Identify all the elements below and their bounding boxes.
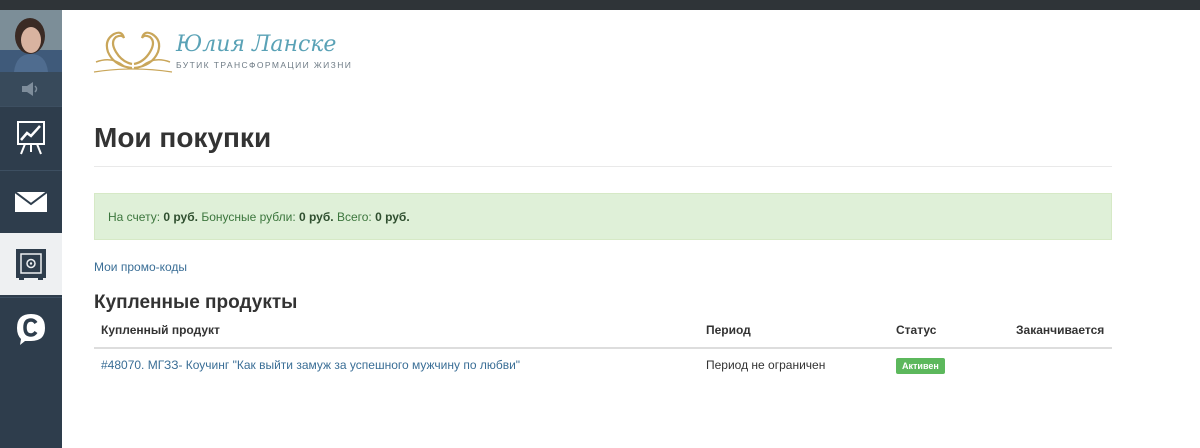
sidebar-item-chat[interactable] [0,297,62,359]
balance-alert: На счету: 0 руб. Бонусные рубли: 0 руб. … [94,193,1112,240]
table-header-divider [94,347,1112,349]
logo-title: Юлия Ланске [176,32,337,57]
column-header-product: Купленный продукт [101,323,220,337]
product-link[interactable]: #48070. МГЗЗ- Коучинг "Как выйти замуж з… [101,358,520,372]
sidebar-item-purchases[interactable] [0,233,62,295]
section-title: Купленные продукты [94,292,298,313]
envelope-icon [15,191,47,212]
top-bar [0,0,1200,10]
bonus-label: Бонусные рубли: [197,209,299,224]
page-title: Мои покупки [94,122,272,153]
main-content: Юлия Ланске БУТИК ТРАНСФОРМАЦИИ ЖИЗНИ Мо… [62,10,1200,448]
promo-codes-link[interactable]: Мои промо-коды [94,260,187,274]
column-header-ends: Заканчивается [1016,323,1105,337]
account-value: 0 руб. [163,209,198,224]
sound-toggle[interactable] [0,72,62,106]
chat-c-icon [17,313,45,345]
sidebar-item-messages[interactable] [0,170,62,232]
column-header-period: Период [706,323,751,337]
bonus-value: 0 руб. [299,209,334,224]
swans-logo-icon [93,31,173,73]
total-label: Всего: [333,209,376,224]
speaker-icon [22,82,38,96]
account-label: На счету: [108,209,164,224]
avatar[interactable] [0,10,62,72]
brand-logo[interactable]: Юлия Ланске БУТИК ТРАНСФОРМАЦИИ ЖИЗНИ [92,26,351,80]
period-cell: Период не ограничен [706,358,826,372]
sidebar-item-stats[interactable] [0,106,62,168]
title-divider [94,166,1112,167]
column-header-status: Статус [896,323,937,337]
chart-board-icon [17,120,45,154]
sidebar [0,10,62,448]
logo-subtitle: БУТИК ТРАНСФОРМАЦИИ ЖИЗНИ [176,60,353,70]
status-badge: Активен [896,358,945,374]
safe-icon [16,248,46,280]
total-value: 0 руб. [375,209,410,224]
